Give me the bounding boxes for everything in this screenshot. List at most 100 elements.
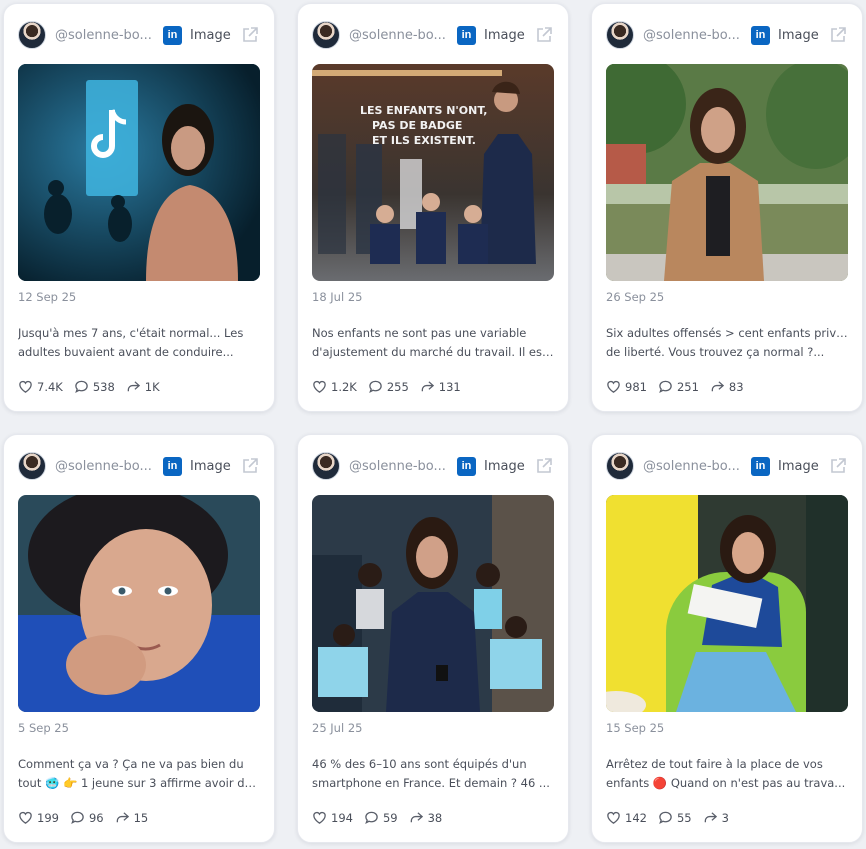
comment-icon [75, 380, 88, 394]
card-header: @solenne-bo... in Image [606, 18, 850, 52]
caption-line: Comment ça va ? Ça ne va pas bien du [18, 757, 244, 771]
svg-text:PAS DE BADGE: PAS DE BADGE [372, 119, 462, 132]
likes-stat: 194 [312, 810, 353, 825]
shares-stat: 38 [409, 810, 443, 825]
comments-stat: 96 [70, 810, 104, 825]
comment-icon [71, 811, 84, 825]
card-header: @solenne-bo... in Image [18, 18, 262, 52]
engagement-stats: 7.4K 538 1K [18, 379, 171, 394]
linkedin-icon: in [751, 25, 770, 45]
heart-icon [313, 380, 326, 393]
post-card[interactable]: @solenne-bo... in Image 26 Sep 25 Six ad… [591, 3, 863, 412]
shares-count: 15 [133, 810, 149, 825]
avatar[interactable] [18, 452, 46, 480]
external-link-icon[interactable] [829, 26, 847, 44]
post-type-label: Image [484, 27, 525, 43]
shares-stat: 1K [126, 379, 160, 394]
comments-stat: 538 [74, 379, 115, 394]
post-caption[interactable]: Nos enfants ne sont pas une variable d'a… [312, 324, 554, 362]
post-image[interactable] [606, 495, 848, 712]
shares-count: 1K [144, 379, 160, 394]
engagement-stats: 1.2K 255 131 [312, 379, 472, 394]
engagement-stats: 142 55 3 [606, 810, 740, 825]
share-icon [711, 381, 725, 392]
svg-text:ET ILS EXISTENT.: ET ILS EXISTENT. [372, 134, 476, 147]
engagement-stats: 981 251 83 [606, 379, 755, 394]
linkedin-icon: in [163, 25, 182, 45]
shares-count: 38 [427, 810, 443, 825]
comment-icon [659, 811, 672, 825]
external-link-icon[interactable] [535, 457, 553, 475]
post-caption[interactable]: Arrêtez de tout faire à la place de vos … [606, 755, 848, 793]
post-image[interactable] [18, 64, 260, 281]
avatar[interactable] [18, 21, 46, 49]
post-caption[interactable]: Six adultes offensés > cent enfants priv… [606, 324, 848, 362]
likes-count: 1.2K [331, 379, 357, 394]
post-caption[interactable]: Comment ça va ? Ça ne va pas bien du tou… [18, 755, 260, 793]
heart-icon [313, 811, 326, 824]
avatar[interactable] [606, 21, 634, 49]
caption-line: Arrêtez de tout faire à la place de vos [606, 757, 823, 771]
post-type-label: Image [484, 458, 525, 474]
linkedin-icon: in [163, 456, 182, 476]
svg-text:LES ENFANTS N'ONT,: LES ENFANTS N'ONT, [360, 104, 487, 117]
post-image[interactable] [18, 495, 260, 712]
post-date: 12 Sep 25 [18, 290, 77, 304]
author-handle[interactable]: @solenne-bo... [55, 28, 153, 43]
card-header: @solenne-bo... in Image [606, 449, 850, 483]
heart-icon [607, 811, 620, 824]
comments-count: 55 [676, 810, 692, 825]
engagement-stats: 199 96 15 [18, 810, 159, 825]
comments-count: 255 [386, 379, 409, 394]
comment-icon [369, 380, 382, 394]
avatar[interactable] [312, 21, 340, 49]
comments-count: 251 [676, 379, 699, 394]
share-icon [410, 812, 423, 823]
post-card[interactable]: @solenne-bo... in Image 5 Sep 25 Comment… [3, 434, 275, 843]
avatar[interactable] [606, 452, 634, 480]
shares-stat: 131 [420, 379, 461, 394]
author-handle[interactable]: @solenne-bo... [643, 28, 741, 43]
linkedin-icon: in [751, 456, 770, 476]
author-handle[interactable]: @solenne-bo... [349, 459, 447, 474]
post-card[interactable]: @solenne-bo... in Image [297, 434, 569, 843]
linkedin-icon: in [457, 25, 476, 45]
author-handle[interactable]: @solenne-bo... [349, 28, 447, 43]
external-link-icon[interactable] [241, 26, 259, 44]
comment-icon [365, 811, 378, 825]
external-link-icon[interactable] [535, 26, 553, 44]
post-card[interactable]: @solenne-bo... in Image [3, 3, 275, 412]
card-header: @solenne-bo... in Image [312, 449, 556, 483]
external-link-icon[interactable] [241, 457, 259, 475]
likes-stat: 142 [606, 810, 647, 825]
engagement-stats: 194 59 38 [312, 810, 453, 825]
post-caption[interactable]: 46 % des 6–10 ans sont équipés d'un smar… [312, 755, 554, 793]
author-handle[interactable]: @solenne-bo... [643, 459, 741, 474]
shares-stat: 15 [115, 810, 149, 825]
post-image[interactable]: LES ENFANTS N'ONT, PAS DE BADGE ET ILS E… [312, 64, 554, 281]
author-handle[interactable]: @solenne-bo... [55, 459, 153, 474]
caption-line: Six adultes offensés > cent enfants priv… [606, 326, 848, 340]
comments-stat: 255 [368, 379, 409, 394]
post-card[interactable]: @solenne-bo... in Image 15 Sep 25 Arrête… [591, 434, 863, 843]
post-caption[interactable]: Jusqu'à mes 7 ans, c'était normal... Les… [18, 324, 260, 362]
comments-count: 59 [382, 810, 398, 825]
shares-count: 131 [438, 379, 461, 394]
post-date: 26 Sep 25 [606, 290, 665, 304]
heart-icon [19, 811, 32, 824]
card-header: @solenne-bo... in Image [18, 449, 262, 483]
post-image[interactable] [312, 495, 554, 712]
caption-line: enfants 🔴 Quand on n'est pas au trava... [606, 776, 846, 790]
post-image[interactable] [606, 64, 848, 281]
caption-line: tout 🥶 👉 1 jeune sur 3 affirme avoir déj… [18, 776, 260, 790]
post-card[interactable]: @solenne-bo... in Image LES ENFANTS N'ON… [297, 3, 569, 412]
external-link-icon[interactable] [829, 457, 847, 475]
comments-stat: 251 [658, 379, 699, 394]
likes-count: 194 [331, 810, 353, 825]
likes-stat: 1.2K [312, 379, 357, 394]
caption-line: smartphone en France. Et demain ? 46 ... [312, 776, 550, 790]
comments-stat: 55 [658, 810, 692, 825]
shares-count: 3 [721, 810, 729, 825]
avatar[interactable] [312, 452, 340, 480]
share-icon [704, 812, 717, 823]
